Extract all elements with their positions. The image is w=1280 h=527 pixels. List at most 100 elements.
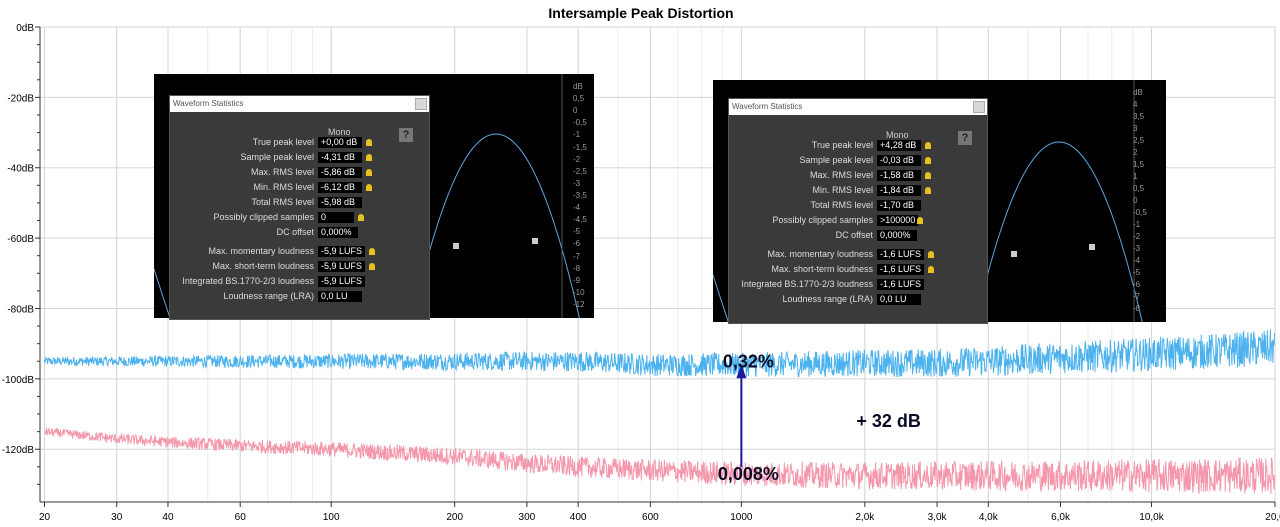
db-scale-label: 0,5: [573, 94, 585, 104]
db-scale-label: -7: [573, 251, 581, 261]
stat-label-text: Integrated BS.1770-2/3 loudness: [182, 276, 314, 286]
stat-label: Integrated BS.1770-2/3 loudness: [170, 276, 314, 287]
locate-pin-icon[interactable]: [366, 154, 372, 161]
stat-value: -4,31 dB: [318, 152, 362, 163]
db-scale-label: -3,5: [573, 190, 587, 200]
help-button-left[interactable]: ?: [399, 128, 413, 142]
stat-label: Possibly clipped samples: [170, 212, 314, 223]
x-tick-label: 20: [39, 512, 51, 523]
x-tick-label: 100: [323, 512, 340, 523]
db-scale-label: -4,5: [573, 215, 587, 225]
stat-value: -1,6 LUFS: [877, 279, 925, 290]
db-scale-label: 1: [1133, 172, 1138, 181]
stat-label: Loudness range (LRA): [170, 291, 314, 302]
db-scale-label: 4: [1133, 100, 1138, 109]
stat-label-text: True peak level: [252, 137, 314, 147]
x-tick-label: 6,0k: [1051, 512, 1071, 523]
waveform-edge: [154, 268, 171, 318]
y-tick-label: 0dB: [16, 23, 34, 34]
db-scale-label: -0,5: [573, 118, 587, 128]
waveform-edge: [713, 274, 729, 322]
db-scale-label: -5: [573, 227, 581, 237]
db-scale-label: 0: [1133, 196, 1138, 205]
locate-pin-icon[interactable]: [928, 266, 934, 273]
stat-value: +4,28 dB: [877, 140, 921, 151]
stat-value: +0,00 dB: [318, 137, 362, 148]
stat-label: Max. momentary loudness: [170, 246, 314, 257]
x-tick-label: 20,0: [1265, 512, 1280, 523]
help-button-right[interactable]: ?: [958, 131, 972, 145]
stat-label: DC offset: [170, 227, 314, 238]
locate-pin-icon[interactable]: [366, 169, 372, 176]
x-tick-label: 400: [570, 512, 587, 523]
stat-label-text: Max. short-term loudness: [771, 264, 873, 274]
x-tick-label: 2,0k: [855, 512, 875, 523]
locate-pin-icon[interactable]: [366, 184, 372, 191]
y-tick-label: -120dB: [2, 445, 35, 456]
chart-title: Intersample Peak Distortion: [548, 5, 733, 21]
locate-pin-icon[interactable]: [925, 142, 931, 149]
stat-label: True peak level: [170, 137, 314, 148]
locate-pin-icon[interactable]: [369, 248, 375, 255]
waveform-panel-right: dB 4 3,5 3 2,5 2 1,5 1 0,5 0 -0,5 -1 -2 -3 -4 -5 -6 -7 -8 …: [713, 80, 1166, 324]
stat-label-text: Max. momentary loudness: [208, 246, 314, 256]
stat-label-text: Max. RMS level: [250, 167, 314, 177]
db-scale-label: 2: [1133, 148, 1138, 157]
stat-value: -1,58 dB: [877, 170, 921, 181]
chart-annotation: 0,008%: [718, 464, 779, 484]
stat-label-text: Total RMS level: [810, 200, 873, 210]
db-scale-label: 0: [573, 106, 578, 116]
statistics-window-right: Waveform Statistics Mono ? True peak lev…: [728, 98, 988, 324]
stat-value: 0,0 LU: [877, 294, 921, 305]
stat-value: -5,86 dB: [318, 167, 362, 178]
x-tick-label: 4,0k: [979, 512, 999, 523]
db-scale-label: -5: [1133, 268, 1141, 277]
db-scale-label: -1,5: [573, 142, 587, 152]
stat-value: -1,84 dB: [877, 185, 921, 196]
stat-label: Loudness range (LRA): [729, 294, 873, 305]
stat-label: True peak level: [729, 140, 873, 151]
stat-label-text: DC offset: [835, 230, 873, 240]
stat-label: Total RMS level: [170, 197, 314, 208]
stat-value: -1,6 LUFS: [877, 264, 925, 275]
locate-pin-icon[interactable]: [917, 217, 923, 224]
stat-value: -5,9 LUFS: [318, 276, 366, 287]
y-tick-label: -20dB: [7, 93, 34, 104]
x-tick-label: 10,0k: [1139, 512, 1164, 523]
stat-label: DC offset: [729, 230, 873, 241]
sample-marker: [1011, 251, 1017, 257]
locate-pin-icon[interactable]: [925, 187, 931, 194]
db-scale-label: -10: [573, 287, 585, 297]
locate-pin-icon[interactable]: [358, 214, 364, 221]
x-tick-label: 40: [162, 512, 174, 523]
y-tick-label: -80dB: [7, 304, 34, 315]
chart-annotation: + 32 dB: [856, 411, 921, 431]
close-button-right[interactable]: [973, 101, 985, 113]
stat-value: -1,6 LUFS: [877, 249, 925, 260]
locate-pin-icon[interactable]: [925, 157, 931, 164]
locate-pin-icon[interactable]: [366, 139, 372, 146]
chart-annotation: 0,32%: [723, 351, 774, 371]
stat-label-text: Max. RMS level: [809, 170, 873, 180]
locate-pin-icon[interactable]: [925, 172, 931, 179]
db-scale-label: -1: [573, 130, 581, 140]
stat-label: Possibly clipped samples: [729, 215, 873, 226]
waveform-panel-left: dB 0,5 0 -0,5 -1 -1,5 -2 -2,5 -3 -3,5 -4 -4,5 -5 -6 -7…: [154, 74, 594, 320]
locate-pin-icon[interactable]: [928, 251, 934, 258]
db-scale-label: -6: [573, 239, 581, 249]
y-tick-label: -40dB: [7, 164, 34, 175]
db-scale-label: -0,5: [1133, 208, 1147, 217]
db-scale-label: 1,5: [1133, 160, 1145, 169]
close-button-left[interactable]: [415, 98, 427, 110]
db-scale-label: -4: [573, 203, 581, 213]
db-scale-label: -4: [1133, 256, 1141, 265]
x-tick-label: 30: [111, 512, 123, 523]
db-scale-label: -2: [1133, 232, 1141, 241]
x-tick-label: 300: [519, 512, 536, 523]
db-scale-label: dB: [573, 82, 583, 91]
locate-pin-icon[interactable]: [369, 263, 375, 270]
y-tick-label: -100dB: [2, 375, 35, 386]
stat-value: -1,70 dB: [877, 200, 921, 211]
stat-value: 0,000%: [318, 227, 358, 238]
stat-label-text: Total RMS level: [251, 197, 314, 207]
